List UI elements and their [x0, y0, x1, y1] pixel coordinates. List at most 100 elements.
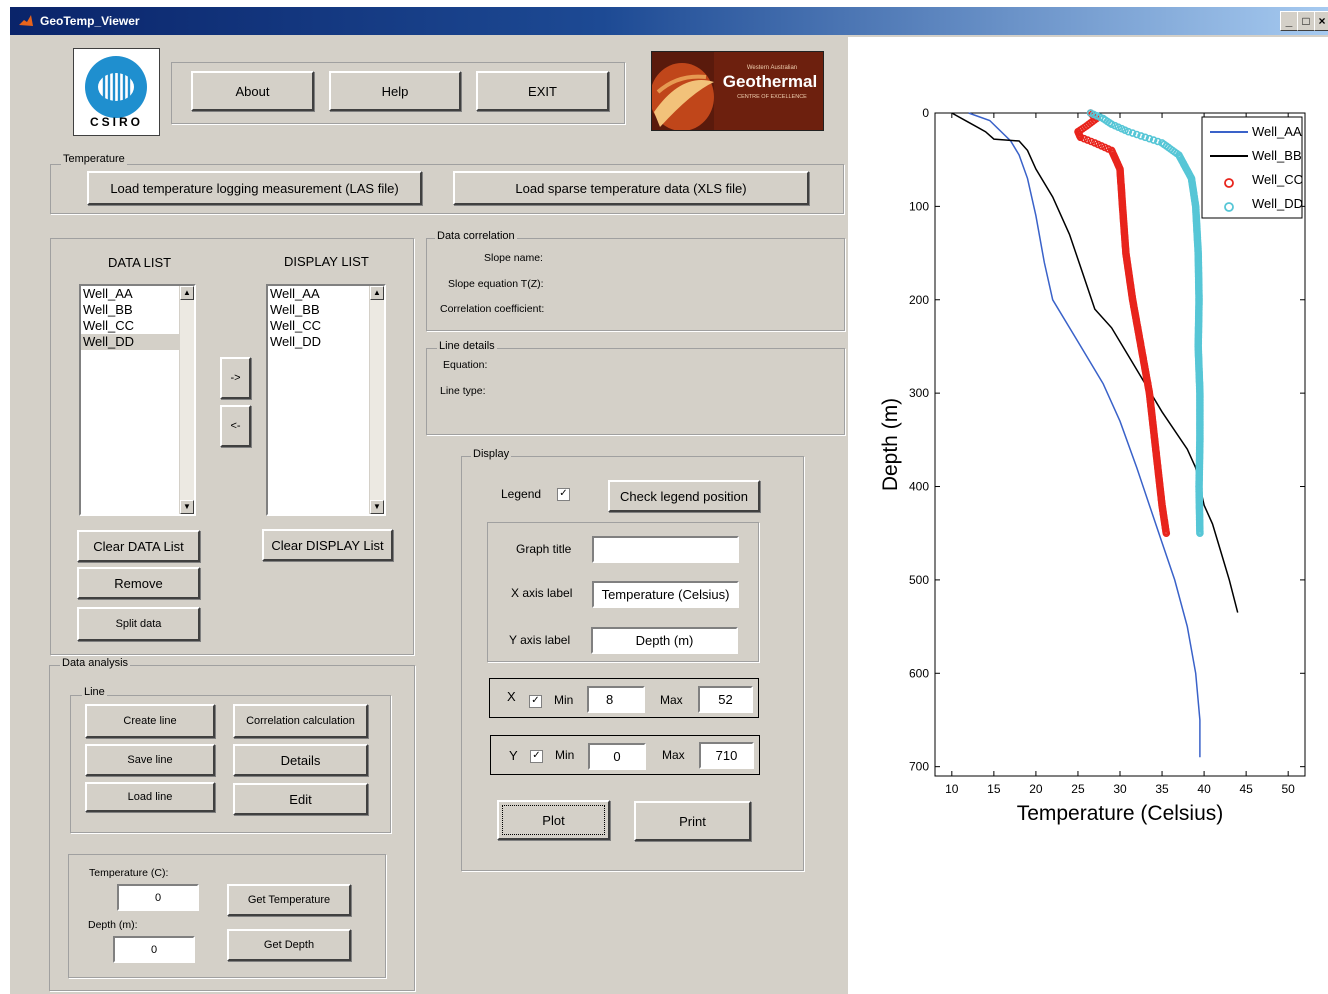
get-depth-button[interactable]: Get Depth: [227, 929, 351, 961]
x-tick-label: 50: [1282, 782, 1296, 796]
scroll-down-arrow-icon[interactable]: ▼: [180, 500, 194, 514]
x-max-label: Max: [660, 693, 683, 707]
scroll-down-arrow-icon[interactable]: ▼: [370, 500, 384, 514]
list-item[interactable]: Well_CC: [81, 318, 194, 334]
correlation-coefficient-label: Correlation coefficient:: [440, 303, 545, 315]
y-tick-label: 700: [909, 760, 929, 774]
x-max-input[interactable]: 52: [698, 686, 753, 713]
x-tick-label: 40: [1197, 782, 1211, 796]
y-tick-label: 200: [909, 293, 929, 307]
x-range-checkbox[interactable]: ✓: [529, 695, 542, 708]
y-tick-label: 100: [909, 199, 929, 213]
data-list-title: DATA LIST: [108, 255, 172, 270]
remove-button[interactable]: Remove: [77, 567, 200, 599]
window-title: GeoTemp_Viewer: [40, 14, 140, 28]
temperature-c-label: Temperature (C):: [89, 867, 169, 879]
slope-equation-label: Slope equation T(Z):: [448, 278, 544, 290]
data-list-scrollbar[interactable]: ▲ ▼: [179, 286, 194, 514]
y-tick-label: 0: [922, 106, 929, 120]
x-min-input[interactable]: 8: [587, 686, 645, 713]
legend-entry: Well_DD: [1252, 196, 1303, 211]
display-list-title: DISPLAY LIST: [284, 254, 369, 269]
help-button[interactable]: Help: [329, 71, 461, 111]
geothermal-name: Geothermal: [722, 72, 818, 91]
slope-name-label: Slope name:: [484, 252, 543, 264]
y-range-checkbox[interactable]: ✓: [530, 750, 543, 763]
data-correlation-label: Data correlation: [435, 230, 517, 242]
y-min-label: Min: [555, 748, 575, 762]
load-xls-button[interactable]: Load sparse temperature data (XLS file): [453, 171, 809, 205]
list-item[interactable]: Well_AA: [81, 286, 194, 302]
check-legend-position-button[interactable]: Check legend position: [608, 480, 760, 512]
csiro-text: CSIRO: [89, 115, 143, 129]
x-range-label: X: [507, 689, 516, 704]
line-details-label: Line details: [437, 340, 497, 352]
about-button[interactable]: About: [191, 71, 314, 111]
print-button[interactable]: Print: [634, 801, 751, 841]
title-bar[interactable]: GeoTemp_Viewer _ □ ×: [10, 7, 1328, 35]
x-tick-label: 35: [1155, 782, 1169, 796]
clear-data-list-button[interactable]: Clear DATA List: [77, 530, 200, 562]
data-analysis-label: Data analysis: [60, 657, 131, 669]
temperature-input[interactable]: 0: [117, 884, 199, 911]
clear-display-list-button[interactable]: Clear DISPLAY List: [262, 529, 393, 561]
x-tick-label: 25: [1071, 782, 1085, 796]
graph-title-input[interactable]: [592, 536, 739, 563]
y-tick-label: 300: [909, 386, 929, 400]
matlab-icon: [19, 15, 33, 26]
load-line-button[interactable]: Load line: [85, 782, 215, 812]
display-list-scrollbar[interactable]: ▲ ▼: [369, 286, 384, 514]
graph-title-label: Graph title: [516, 542, 572, 556]
x-tick-label: 45: [1239, 782, 1253, 796]
edit-button[interactable]: Edit: [233, 783, 368, 815]
temperature-group-label: Temperature: [61, 153, 127, 165]
depth-input[interactable]: 0: [113, 936, 195, 963]
data-listbox[interactable]: Well_AA Well_BB Well_CC Well_DD ▲ ▼: [79, 284, 196, 516]
y-max-label: Max: [662, 748, 685, 762]
line-type-label: Line type:: [440, 385, 486, 397]
exit-button[interactable]: EXIT: [476, 71, 609, 111]
geothermal-sub-text: CENTRE OF EXCELLENCE: [737, 94, 807, 100]
close-button[interactable]: ×: [1314, 11, 1328, 31]
legend-entry: Well_CC: [1252, 172, 1303, 187]
depth-m-label: Depth (m):: [88, 919, 138, 931]
list-item[interactable]: Well_AA: [268, 286, 384, 302]
list-item[interactable]: Well_BB: [268, 302, 384, 318]
y-axis-label-input[interactable]: Depth (m): [591, 627, 738, 654]
x-axis-label-input[interactable]: Temperature (Celsius): [592, 581, 739, 608]
create-line-button[interactable]: Create line: [85, 704, 215, 738]
y-min-input[interactable]: 0: [588, 743, 646, 770]
y-axis-label-label: Y axis label: [509, 633, 571, 647]
legend-checkbox[interactable]: ✓: [557, 488, 570, 501]
get-temperature-button[interactable]: Get Temperature: [227, 884, 351, 916]
equation-label: Equation:: [443, 359, 488, 371]
plot-button[interactable]: Plot: [497, 800, 610, 840]
list-item[interactable]: Well_CC: [268, 318, 384, 334]
list-item-selected[interactable]: Well_DD: [81, 334, 180, 350]
legend-entry: Well_BB: [1252, 148, 1302, 163]
split-data-button[interactable]: Split data: [77, 607, 200, 641]
legend-entry: Well_AA: [1252, 124, 1302, 139]
save-line-button[interactable]: Save line: [85, 744, 215, 776]
y-tick-label: 400: [909, 480, 929, 494]
x-axis-label-label: X axis label: [511, 586, 573, 600]
x-tick-label: 30: [1113, 782, 1127, 796]
details-button[interactable]: Details: [233, 744, 368, 776]
correlation-calculation-button[interactable]: Correlation calculation: [233, 704, 368, 738]
maximize-button[interactable]: □: [1297, 11, 1315, 31]
y-tick-label: 500: [909, 573, 929, 587]
move-right-button[interactable]: ->: [220, 357, 251, 399]
legend[interactable]: Well_AA Well_BB Well_CC Well_DD: [1201, 116, 1303, 219]
scroll-up-arrow-icon[interactable]: ▲: [180, 286, 194, 300]
display-listbox[interactable]: Well_AA Well_BB Well_CC Well_DD ▲ ▼: [266, 284, 386, 516]
load-las-button[interactable]: Load temperature logging measurement (LA…: [87, 171, 422, 205]
move-left-button[interactable]: <-: [220, 405, 251, 447]
minimize-button[interactable]: _: [1280, 11, 1298, 31]
line-details-group: [426, 348, 845, 435]
list-item[interactable]: Well_BB: [81, 302, 194, 318]
x-tick-label: 15: [987, 782, 1001, 796]
temperature-depth-chart[interactable]: 10 15 20 25 30 35 40 45 500100200300400500600700…: [860, 95, 1328, 835]
list-item[interactable]: Well_DD: [268, 334, 384, 350]
scroll-up-arrow-icon[interactable]: ▲: [370, 286, 384, 300]
y-max-input[interactable]: 710: [699, 742, 754, 769]
